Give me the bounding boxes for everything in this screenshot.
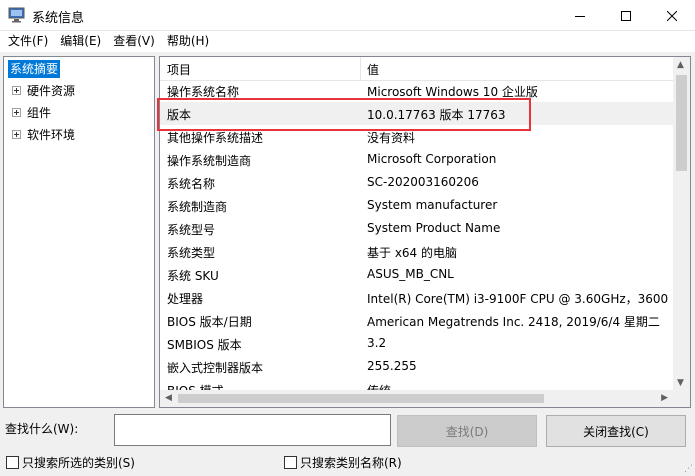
list-row[interactable]: 操作系统名称 Microsoft Windows 10 企业版 bbox=[160, 81, 673, 102]
maximize-button[interactable] bbox=[603, 0, 649, 31]
list-row[interactable]: SMBIOS 版本 3.2 bbox=[160, 332, 673, 355]
checkbox-label: 只搜索类别名称(R) bbox=[300, 456, 402, 470]
expand-icon[interactable] bbox=[12, 129, 21, 139]
row-item: 操作系统名称 bbox=[167, 85, 240, 99]
find-button[interactable]: 查找(D) bbox=[397, 415, 537, 447]
search-category-names-checkbox[interactable]: 只搜索类别名称(R) bbox=[284, 454, 402, 471]
row-value: 基于 x64 的电脑 bbox=[367, 246, 458, 260]
search-selected-category-checkbox[interactable]: 只搜索所选的类别(S) bbox=[6, 454, 135, 471]
list-row[interactable]: 系统类型 基于 x64 的电脑 bbox=[160, 240, 673, 263]
list-rows: 操作系统名称 Microsoft Windows 10 企业版 版本 10.0.17… bbox=[160, 81, 673, 394]
row-item: 系统 SKU bbox=[167, 269, 219, 283]
row-item: 系统类型 bbox=[167, 246, 216, 260]
list-row[interactable]: 操作系统制造商 Microsoft Corporation bbox=[160, 148, 673, 171]
tree-item-label: 硬件资源 bbox=[27, 83, 76, 98]
row-item: 系统型号 bbox=[167, 223, 216, 237]
row-item: 处理器 bbox=[167, 292, 204, 306]
list-row[interactable]: 系统名称 SC-202003160206 bbox=[160, 171, 673, 194]
row-value: Microsoft Corporation bbox=[367, 152, 497, 166]
list-row[interactable]: BIOS 版本/日期 American Megatrends Inc. 2418,… bbox=[160, 309, 673, 332]
row-value: System manufacturer bbox=[367, 198, 498, 212]
scroll-up-icon[interactable]: ▲ bbox=[677, 61, 684, 70]
close-button[interactable] bbox=[649, 0, 695, 31]
row-item: SMBIOS 版本 bbox=[167, 338, 242, 352]
tree-item-software-environment[interactable]: 软件环境 bbox=[12, 125, 75, 143]
window-title: 系统信息 bbox=[32, 11, 85, 26]
row-value: Microsoft Windows 10 企业版 bbox=[367, 85, 538, 99]
vertical-scroll-thumb[interactable] bbox=[676, 75, 687, 171]
checkbox-label: 只搜索所选的类别(S) bbox=[22, 456, 135, 470]
title-bar: 系统信息 bbox=[0, 0, 695, 31]
category-tree[interactable]: 系统摘要 硬件资源 组件 软件环境 bbox=[3, 56, 155, 408]
checkbox-box[interactable] bbox=[284, 456, 297, 469]
menu-file[interactable]: 文件(F) bbox=[2, 32, 54, 51]
details-list[interactable]: 项目 值 操作系统名称 Microsoft Windows 10 企业版 版本 10… bbox=[159, 56, 691, 408]
column-divider[interactable] bbox=[360, 57, 361, 81]
scroll-right-icon[interactable]: ▶ bbox=[661, 394, 668, 403]
vertical-scrollbar[interactable]: ▲ ▼ bbox=[673, 57, 690, 392]
minimize-button[interactable] bbox=[557, 0, 603, 31]
row-value: Intel(R) Core(TM) i3-9100F CPU @ 3.60GHz… bbox=[367, 292, 673, 306]
list-row[interactable]: 其他操作系统描述 没有资料 bbox=[160, 125, 673, 148]
scroll-left-icon[interactable]: ◀ bbox=[165, 394, 172, 403]
find-input[interactable] bbox=[114, 414, 391, 446]
list-header: 项目 值 bbox=[160, 57, 673, 81]
resize-grip-icon[interactable]: ⋰ bbox=[684, 464, 693, 474]
tree-item-label: 组件 bbox=[27, 105, 52, 120]
row-value: 10.0.17763 版本 17763 bbox=[367, 108, 506, 122]
row-item: 其他操作系统描述 bbox=[167, 131, 264, 145]
minimize-icon bbox=[575, 15, 585, 17]
list-row[interactable]: 版本 10.0.17763 版本 17763 bbox=[160, 102, 673, 125]
scroll-corner bbox=[673, 390, 690, 407]
list-row[interactable]: 嵌入式控制器版本 255.255 bbox=[160, 355, 673, 378]
scroll-down-icon[interactable]: ▼ bbox=[677, 379, 684, 388]
row-item: BIOS 版本/日期 bbox=[167, 315, 252, 329]
row-item: 嵌入式控制器版本 bbox=[167, 361, 264, 375]
menu-edit[interactable]: 编辑(E) bbox=[54, 32, 107, 51]
row-value: ASUS_MB_CNL bbox=[367, 267, 454, 281]
expand-icon[interactable] bbox=[12, 85, 21, 95]
maximize-icon bbox=[621, 10, 631, 21]
column-header-item[interactable]: 项目 bbox=[167, 61, 191, 78]
horizontal-scroll-thumb[interactable] bbox=[178, 394, 544, 403]
list-row[interactable]: 系统型号 System Product Name bbox=[160, 217, 673, 240]
close-find-button[interactable]: 关闭查找(C) bbox=[546, 415, 686, 447]
tree-item-label: 软件环境 bbox=[27, 127, 76, 142]
tree-item-system-summary[interactable]: 系统摘要 bbox=[8, 60, 61, 78]
expand-icon[interactable] bbox=[12, 107, 21, 117]
close-icon bbox=[667, 10, 677, 21]
row-value: 255.255 bbox=[367, 359, 417, 373]
list-row[interactable]: 处理器 Intel(R) Core(TM) i3-9100F CPU @ 3.60… bbox=[160, 286, 673, 309]
menu-help[interactable]: 帮助(H) bbox=[161, 32, 215, 51]
tree-item-components[interactable]: 组件 bbox=[12, 103, 51, 121]
list-row[interactable]: 系统 SKU ASUS_MB_CNL bbox=[160, 263, 673, 286]
row-value: System Product Name bbox=[367, 221, 501, 235]
row-item: 系统制造商 bbox=[167, 200, 228, 214]
system-info-icon bbox=[8, 7, 25, 23]
row-item: 版本 bbox=[167, 108, 192, 122]
menu-bar: 文件(F) 编辑(E) 查看(V) 帮助(H) bbox=[0, 31, 695, 52]
list-row[interactable]: 系统制造商 System manufacturer bbox=[160, 194, 673, 217]
find-label: 查找什么(W): bbox=[5, 422, 79, 436]
row-value: American Megatrends Inc. 2418, 2019/6/4 … bbox=[367, 315, 660, 329]
column-header-value[interactable]: 值 bbox=[367, 61, 379, 78]
row-value: 3.2 bbox=[367, 336, 387, 350]
horizontal-scrollbar[interactable]: ◀ ▶ bbox=[160, 390, 673, 407]
row-item: 系统名称 bbox=[167, 177, 216, 191]
row-item: 操作系统制造商 bbox=[167, 154, 252, 168]
row-value: SC-202003160206 bbox=[367, 175, 479, 189]
menu-view[interactable]: 查看(V) bbox=[107, 32, 161, 51]
row-value: 没有资料 bbox=[367, 131, 416, 145]
tree-item-hardware-resources[interactable]: 硬件资源 bbox=[12, 81, 75, 99]
checkbox-box[interactable] bbox=[6, 456, 19, 469]
